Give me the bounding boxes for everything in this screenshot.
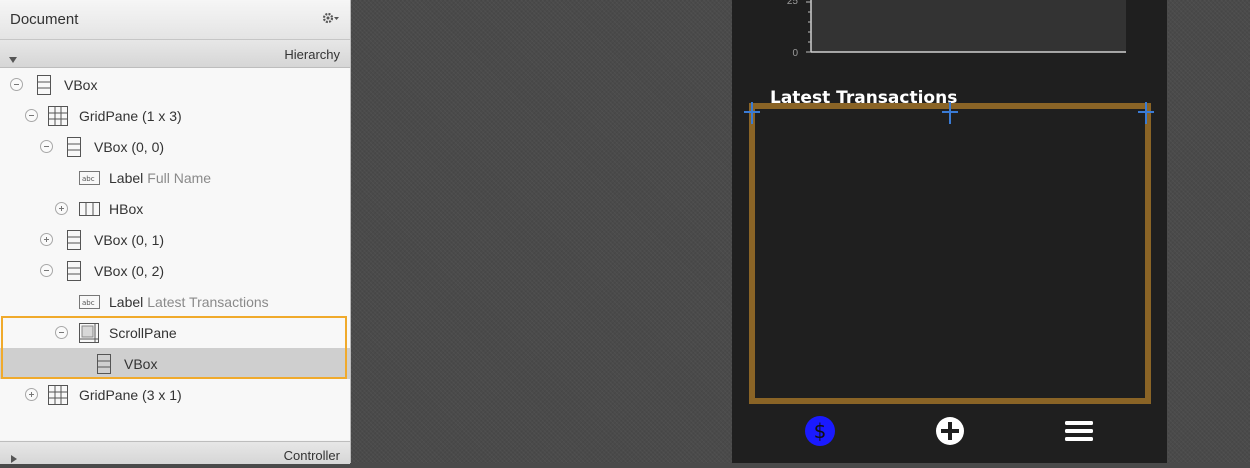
tree-row-hbox[interactable]: HBox bbox=[0, 193, 350, 224]
tree-row-gridpane[interactable]: GridPane (3 x 1) bbox=[0, 379, 350, 410]
tree-row-vbox[interactable]: VBox (0, 2) bbox=[0, 255, 350, 286]
chart-tick-label: 25 bbox=[787, 0, 799, 7]
tree-node-name: VBox (0, 2) bbox=[94, 263, 165, 279]
tree-row-vbox[interactable]: VBox bbox=[0, 69, 350, 100]
document-header: Document bbox=[0, 0, 350, 40]
vbox-icon bbox=[67, 137, 81, 162]
tree-node-name: Label bbox=[109, 294, 144, 310]
vbox-icon bbox=[97, 354, 111, 379]
controller-section-header[interactable]: Controller bbox=[0, 441, 350, 464]
expand-toggle-icon[interactable] bbox=[40, 233, 53, 246]
vbox-icon bbox=[37, 75, 51, 100]
design-canvas[interactable]: 25 0 Latest Transactions $ bbox=[351, 0, 1250, 463]
tree-row-gridpane[interactable]: GridPane (1 x 3) bbox=[0, 100, 350, 131]
vbox-icon bbox=[67, 230, 81, 255]
scrollpane-preview[interactable] bbox=[749, 103, 1151, 404]
tree-node-name: VBox bbox=[124, 356, 158, 372]
document-title: Document bbox=[10, 11, 79, 28]
tree-node-label: Label Latest Transactions bbox=[109, 294, 269, 310]
hierarchy-title: Hierarchy bbox=[284, 47, 340, 62]
menu-icon[interactable] bbox=[1062, 414, 1096, 448]
document-panel: Document Hierarchy VBox GridPane (1 x 3)… bbox=[0, 0, 351, 464]
tree-node-name: VBox (0, 1) bbox=[94, 232, 165, 248]
collapse-toggle-icon[interactable] bbox=[40, 140, 53, 153]
tree-row-label[interactable]: abc Label Full Name bbox=[0, 162, 350, 193]
add-circle-icon[interactable] bbox=[933, 414, 967, 448]
collapse-toggle-icon[interactable] bbox=[55, 326, 68, 339]
tree-node-name: HBox bbox=[109, 201, 144, 217]
balance-chart: 25 0 bbox=[787, 0, 1126, 59]
scrollpane-icon bbox=[79, 323, 99, 348]
collapse-triangle-icon[interactable] bbox=[9, 50, 17, 68]
tree-node-label: Label Full Name bbox=[109, 170, 211, 186]
gear-icon[interactable] bbox=[322, 11, 340, 30]
tree-row-label[interactable]: abc Label Latest Transactions bbox=[0, 286, 350, 317]
tree-node-name: VBox (0, 0) bbox=[94, 139, 165, 155]
svg-text:$: $ bbox=[814, 419, 827, 443]
controller-title: Controller bbox=[283, 448, 340, 463]
svg-text:abc: abc bbox=[82, 299, 95, 307]
tree-node-value: Full Name bbox=[147, 170, 212, 186]
label-icon: abc bbox=[79, 295, 100, 314]
layout-guides bbox=[744, 102, 1154, 124]
expand-toggle-icon[interactable] bbox=[55, 202, 68, 215]
gridpane-icon bbox=[48, 385, 68, 410]
tree-row-vbox-selected[interactable]: VBox bbox=[0, 348, 350, 379]
gridpane-icon bbox=[48, 106, 68, 131]
tree-node-name: VBox bbox=[64, 77, 98, 93]
tree-node-name: GridPane (3 x 1) bbox=[79, 387, 182, 403]
dollar-icon[interactable]: $ bbox=[803, 414, 837, 448]
collapse-toggle-icon[interactable] bbox=[40, 264, 53, 277]
tree-row-scrollpane[interactable]: ScrollPane bbox=[0, 317, 350, 348]
svg-text:abc: abc bbox=[82, 175, 95, 183]
tree-node-name: GridPane (1 x 3) bbox=[79, 108, 182, 124]
label-icon: abc bbox=[79, 171, 100, 190]
collapse-toggle-icon[interactable] bbox=[25, 109, 38, 122]
expand-triangle-icon[interactable] bbox=[11, 450, 17, 468]
hierarchy-tree: VBox GridPane (1 x 3) VBox (0, 0) abc La… bbox=[0, 68, 350, 440]
collapse-toggle-icon[interactable] bbox=[10, 78, 23, 91]
expand-toggle-icon[interactable] bbox=[25, 388, 38, 401]
hbox-icon bbox=[79, 202, 100, 221]
chart-plot-area bbox=[811, 0, 1126, 52]
tree-node-name: ScrollPane bbox=[109, 325, 177, 341]
tree-node-name: Label bbox=[109, 170, 144, 186]
chart-tick-label: 0 bbox=[792, 48, 798, 59]
tree-row-vbox[interactable]: VBox (0, 1) bbox=[0, 224, 350, 255]
app-preview: 25 0 Latest Transactions $ bbox=[732, 0, 1167, 463]
vbox-icon bbox=[67, 261, 81, 286]
tree-node-value: Latest Transactions bbox=[147, 294, 269, 310]
tree-row-vbox[interactable]: VBox (0, 0) bbox=[0, 131, 350, 162]
hierarchy-section-header[interactable]: Hierarchy bbox=[0, 40, 350, 68]
